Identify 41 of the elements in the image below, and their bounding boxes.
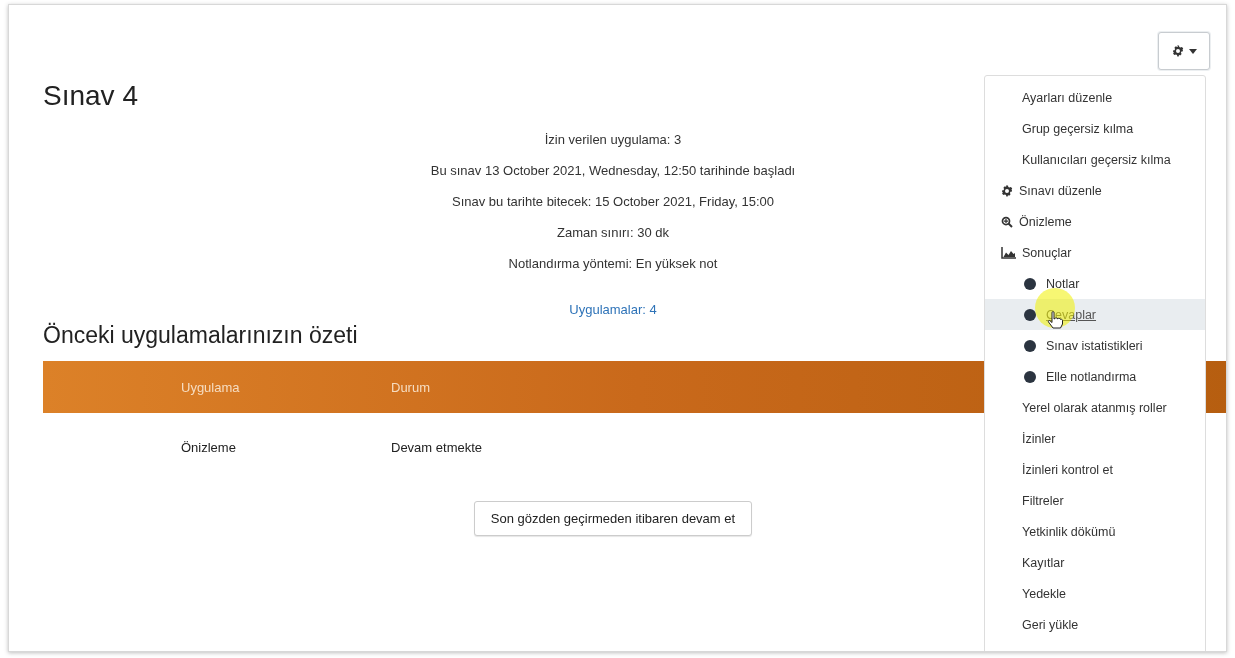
quiz-info-text: İzin verilen uygulama: 3 [544, 132, 682, 148]
bullet-icon [1024, 370, 1036, 383]
menu-item[interactable]: Grup geçersiz kılma [985, 113, 1205, 144]
menu-item[interactable]: Yetkinlik dökümü [985, 516, 1205, 547]
page-title: Sınav 4 [43, 80, 138, 112]
menu-item[interactable]: Cevaplar [985, 299, 1205, 330]
zoom-icon [1001, 215, 1013, 228]
quiz-info-text: Sınav bu tarihte bitecek: 15 October 2021, Friday, 15:00 [451, 194, 775, 210]
table-cell: Devam etmekte [391, 439, 483, 455]
menu-item[interactable]: Sınav istatistikleri [985, 330, 1205, 361]
menu-item[interactable]: Önizleme [985, 206, 1205, 237]
quiz-info-text: Bu sınav 13 October 2021, Wednesday, 12:50 tarihinde başladı [430, 163, 796, 179]
column-header: Durum [391, 379, 430, 395]
menu-item[interactable]: Yerel olarak atanmış roller [985, 392, 1205, 423]
menu-item[interactable]: Elle notlandırma [985, 361, 1205, 392]
menu-item[interactable]: Ayarları düzenle [985, 82, 1205, 113]
menu-item[interactable]: Sınavı düzenle [985, 175, 1205, 206]
section-heading: Önceki uygulamalarınızın özeti [43, 322, 358, 349]
menu-item[interactable]: İzinler [985, 423, 1205, 454]
menu-item[interactable]: Notlar [985, 268, 1205, 299]
quiz-info-text: Zaman sınırı: 30 dk [557, 225, 669, 241]
bullet-icon [1024, 277, 1036, 290]
menu-item[interactable]: Yedekle [985, 578, 1205, 609]
menu-item[interactable]: Sonuçlar [985, 237, 1205, 268]
bullet-icon [1024, 308, 1036, 321]
caret-icon [1188, 48, 1197, 54]
menu-item[interactable]: İzinleri kontrol et [985, 454, 1205, 485]
gear-icon [1171, 45, 1184, 57]
table-cell-text: Önizleme [180, 439, 237, 455]
bullet-icon [1024, 339, 1036, 352]
attempts-link[interactable]: Uygulamalar: 4 [569, 302, 657, 317]
area-chart-icon [1001, 246, 1016, 259]
quiz-info-text: Notlandırma yöntemi: En yüksek not [508, 256, 718, 272]
gear-icon [1001, 184, 1013, 197]
menu-item[interactable]: Filtreler [985, 485, 1205, 516]
menu-item[interactable]: Geri yükle [985, 609, 1205, 640]
menu-item[interactable]: Kullanıcıları geçersiz kılma [985, 144, 1205, 175]
continue-button[interactable]: Son gözden geçirmeden itibaren devam et [473, 501, 753, 536]
column-header: Uygulama [180, 379, 241, 395]
menu-item[interactable]: Kayıtlar [985, 547, 1205, 578]
actions-menu-button[interactable] [1158, 32, 1210, 70]
